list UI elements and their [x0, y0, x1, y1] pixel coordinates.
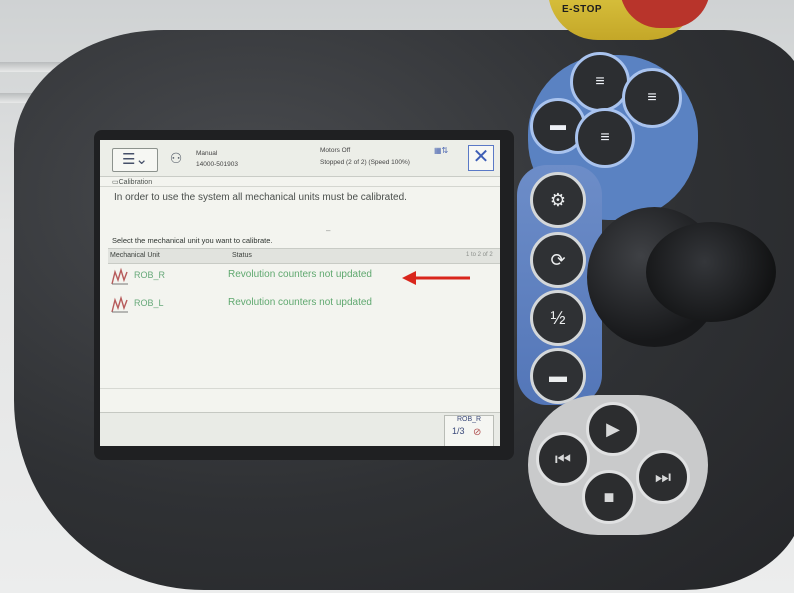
- quickset-mech-unit-button[interactable]: ROB_R 1/3 ⊘: [444, 415, 494, 446]
- task-fraction: 1/3: [452, 426, 465, 436]
- key-2-button[interactable]: ≡: [570, 52, 630, 112]
- red-arrow-icon: [402, 271, 470, 285]
- motors-state: Motors Off: [320, 147, 351, 154]
- program-state: Stopped (2 of 2) (Speed 100%): [320, 159, 410, 166]
- select-mech-unit-button[interactable]: ⚙: [530, 172, 586, 228]
- flexpendant-screen: ☰⌄ ⚇ Manual 14000-501903 Motors Off Stop…: [100, 140, 500, 446]
- calibration-message: In order to use the system all mechanica…: [114, 192, 407, 203]
- window-title: ▭Calibration: [112, 179, 153, 186]
- column-header-mechanical-unit: Mechanical Unit: [110, 252, 160, 259]
- toggle-increment-button[interactable]: ½: [530, 290, 586, 346]
- estop-label: E-STOP: [562, 4, 603, 15]
- mechanical-unit-name: ROB_R: [134, 270, 166, 280]
- controller-name: 14000-501903: [196, 161, 238, 168]
- hamburger-menu-icon: ☰⌄: [121, 151, 148, 168]
- close-icon: ✕: [472, 146, 490, 168]
- close-button[interactable]: ✕: [468, 145, 494, 171]
- column-header-status: Status: [232, 252, 252, 259]
- main-menu-button[interactable]: ☰⌄: [112, 148, 158, 172]
- status-bar: ☰⌄ ⚇ Manual 14000-501903 Motors Off Stop…: [100, 140, 500, 177]
- event-log-icon[interactable]: ▦⇅: [434, 146, 448, 155]
- user-icon: ⚇: [169, 150, 183, 166]
- dash-mark: –: [326, 226, 331, 235]
- key-3-button[interactable]: ≡: [622, 68, 682, 128]
- start-button[interactable]: ▶: [586, 402, 640, 456]
- joystick[interactable]: [646, 222, 776, 322]
- step-backward-button[interactable]: ⏮: [536, 432, 590, 486]
- robot-arm-icon: [111, 267, 128, 285]
- step-forward-button[interactable]: ⏭: [636, 450, 690, 504]
- instruction-text: Select the mechanical unit you want to c…: [112, 236, 273, 245]
- divider: [100, 186, 500, 187]
- key-4-button[interactable]: ≡: [575, 108, 635, 168]
- calibration-status: Revolution counters not updated: [228, 297, 372, 308]
- quickset-bar: ROB_R 1/3 ⊘: [100, 412, 500, 446]
- operating-mode: Manual: [196, 150, 218, 157]
- stop-button[interactable]: ■: [582, 470, 636, 524]
- quickset-unit-label: ROB_R: [457, 416, 482, 423]
- row-range: 1 to 2 of 2: [466, 252, 493, 258]
- empty-key-button[interactable]: ▬: [530, 348, 586, 404]
- divider: [100, 388, 500, 389]
- table-row[interactable]: ROB_L Revolution counters not updated: [108, 292, 500, 318]
- robot-arm-icon: [111, 295, 128, 313]
- robot-status-icon: ⊘: [473, 427, 482, 438]
- table-header: Mechanical Unit Status 1 to 2 of 2: [108, 248, 500, 264]
- mechanical-unit-name: ROB_L: [134, 298, 164, 308]
- calibration-status: Revolution counters not updated: [228, 269, 372, 280]
- toggle-motion-mode-button[interactable]: ⟳: [530, 232, 586, 288]
